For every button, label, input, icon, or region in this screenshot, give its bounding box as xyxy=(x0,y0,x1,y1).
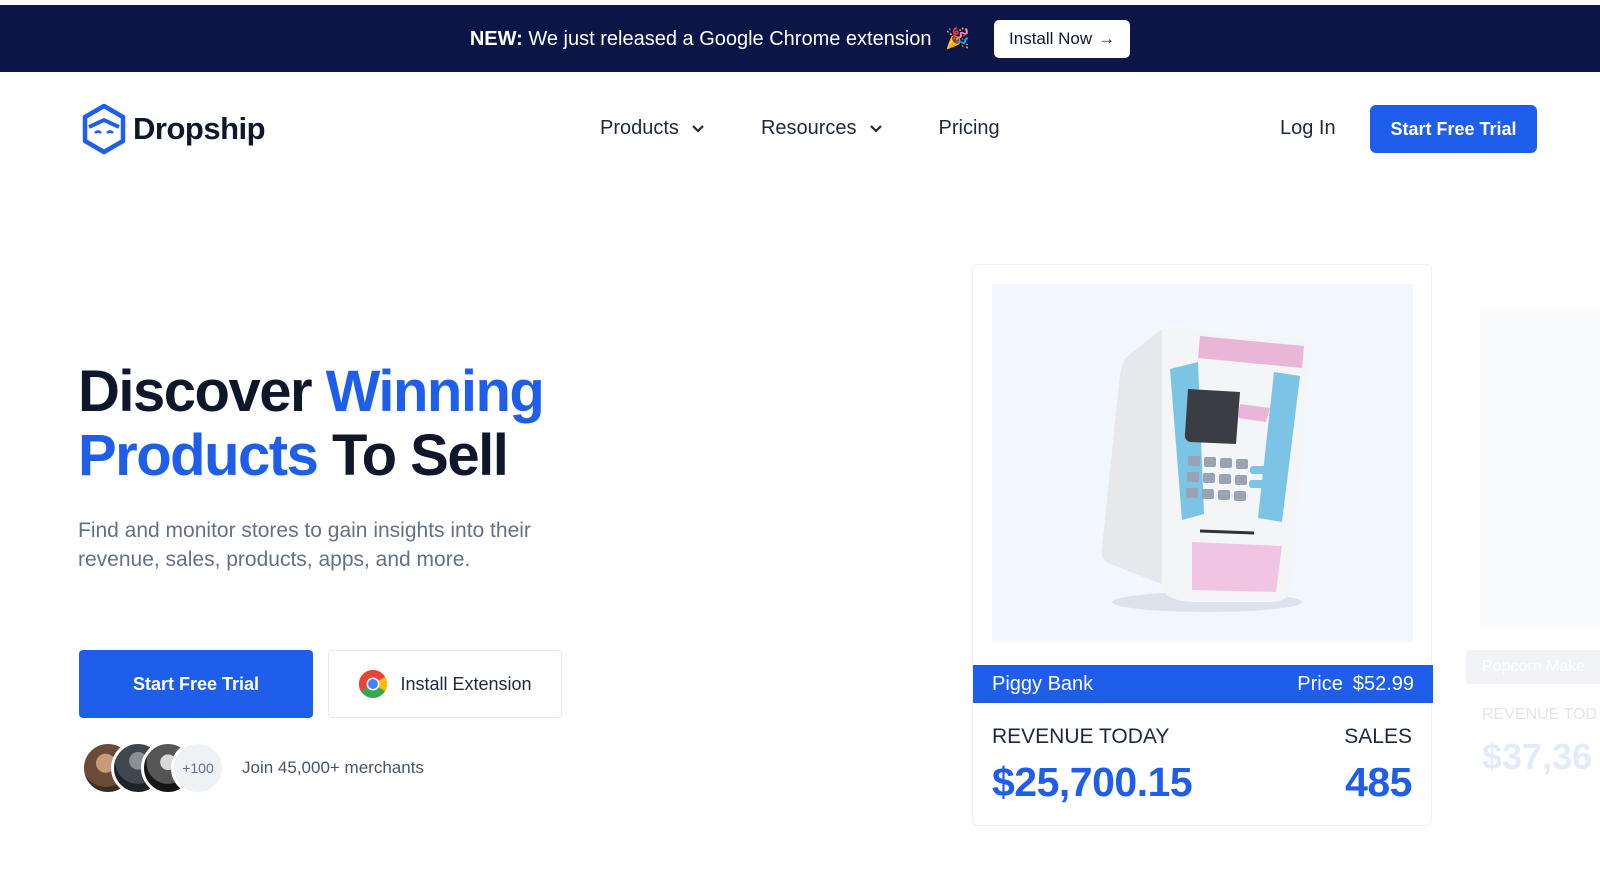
party-popper-icon: 🎉 xyxy=(945,28,971,50)
atm-piggy-bank-illustration xyxy=(1101,329,1310,612)
next-product-name: Popcorn Make xyxy=(1466,650,1600,684)
revenue-label: REVENUE TODAY xyxy=(992,725,1170,748)
nav-item-label: Resources xyxy=(760,117,857,139)
install-extension-button[interactable]: Install Extension xyxy=(328,650,562,718)
avatar-more-count: +100 xyxy=(171,741,225,795)
chevron-down-icon xyxy=(692,124,704,133)
nav-item-resources[interactable]: Resources xyxy=(761,117,883,140)
next-product-card[interactable]: Popcorn Make REVENUE TOD $37,36 xyxy=(1466,308,1600,808)
sales-label: SALES xyxy=(1344,725,1412,748)
product-card[interactable]: Piggy Bank Price $52.99 REVENUE TODAY $2… xyxy=(972,264,1433,826)
price-label: Price xyxy=(1297,672,1343,695)
install-now-button[interactable]: Install Now → xyxy=(994,19,1131,58)
nav-menu: Products Resources Pricing xyxy=(600,117,1000,140)
install-now-label: Install Now xyxy=(1009,28,1093,48)
install-extension-label: Install Extension xyxy=(400,673,532,694)
product-image xyxy=(992,284,1413,642)
hero-subtitle: Find and monitor stores to gain insights… xyxy=(78,519,531,571)
main-navigation: Dropship Products Resources Pricing Log … xyxy=(0,72,1600,188)
product-name: Piggy Bank xyxy=(992,672,1094,695)
hero-title-highlight2: Products xyxy=(78,423,319,488)
start-free-trial-button[interactable]: Start Free Trial xyxy=(79,650,313,718)
hero-title: Discover Winning Products To Sell xyxy=(78,359,545,488)
revenue-value: $25,700.15 xyxy=(992,759,1193,805)
product-price-group: Price $52.99 xyxy=(1297,673,1414,696)
sales-value: 485 xyxy=(1345,759,1412,805)
nav-item-label: Pricing xyxy=(938,117,1000,139)
arrow-right-icon: → xyxy=(1098,28,1116,48)
nav-item-label: Products xyxy=(600,117,679,139)
announcement-bar: NEW: We just released a Google Chrome ex… xyxy=(0,5,1600,72)
hero-title-part2: To Sell xyxy=(317,423,509,488)
nav-item-pricing[interactable]: Pricing xyxy=(939,117,1000,140)
hero-title-part1: Discover xyxy=(78,359,326,424)
brand-name: Dropship xyxy=(133,111,266,146)
product-price: $52.99 xyxy=(1352,672,1414,695)
next-revenue-value: $37,36 xyxy=(1482,736,1593,777)
product-title-band: Piggy Bank Price $52.99 xyxy=(973,665,1433,703)
logo[interactable]: Dropship xyxy=(81,103,266,155)
next-revenue-label: REVENUE TOD xyxy=(1482,706,1597,723)
announcement-prefix: NEW: xyxy=(469,28,523,50)
start-free-trial-nav-button[interactable]: Start Free Trial xyxy=(1370,105,1537,153)
merchant-avatars: +100 xyxy=(81,741,231,795)
dropship-logo-icon xyxy=(82,103,126,155)
announcement-text: NEW: We just released a Google Chrome ex… xyxy=(470,26,970,51)
login-link[interactable]: Log In xyxy=(1280,117,1336,140)
hero-title-highlight1: Winning xyxy=(325,359,545,424)
chrome-icon xyxy=(359,670,388,698)
announcement-message: We just released a Google Chrome extensi… xyxy=(528,28,932,50)
merchants-count-text: Join 45,000+ merchants xyxy=(242,758,424,777)
chevron-down-icon xyxy=(869,124,882,133)
next-product-image xyxy=(1480,308,1600,628)
nav-item-products[interactable]: Products xyxy=(600,117,705,140)
